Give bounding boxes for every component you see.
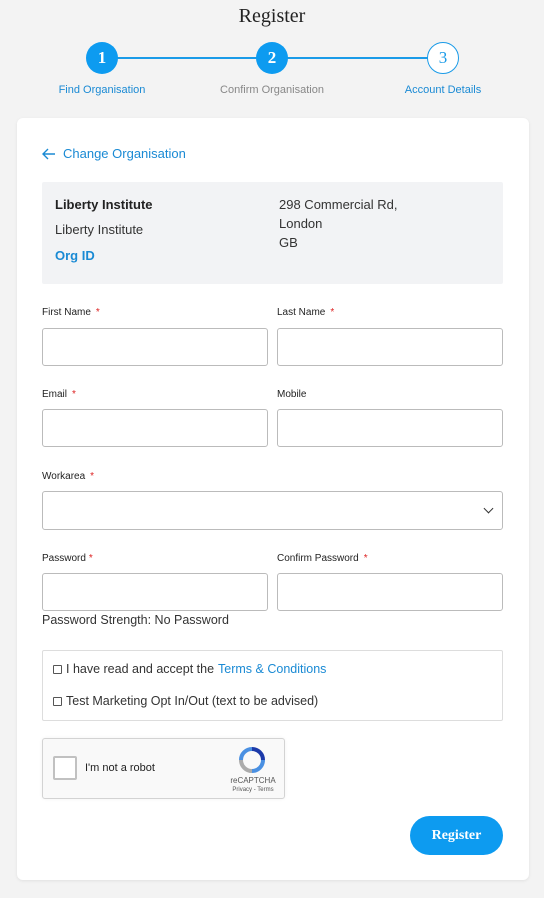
terms-consent-text: I have read and accept the	[66, 662, 215, 676]
required-mark: *	[95, 307, 100, 318]
org-address-line-2: London	[279, 216, 323, 231]
marketing-consent-row: Test Marketing Opt In/Out (text to be ad…	[53, 694, 318, 708]
terms-consent-row: I have read and accept the Terms & Condi…	[53, 662, 326, 676]
last-name-label: Last Name *	[277, 307, 334, 318]
org-name: Liberty Institute	[55, 197, 153, 212]
recaptcha-checkbox[interactable]	[53, 756, 77, 780]
step-2-label: Confirm Organisation	[220, 84, 324, 96]
step-3-label: Account Details	[404, 84, 482, 96]
confirm-password-label-text: Confirm Password	[277, 553, 359, 564]
recaptcha-brand: reCAPTCHA	[230, 776, 276, 785]
required-mark: *	[90, 471, 95, 482]
org-id-label: Org ID	[55, 248, 95, 263]
mobile-input[interactable]	[277, 409, 503, 447]
org-subname: Liberty Institute	[55, 222, 144, 237]
page-title: Register	[238, 5, 306, 27]
step-3-circle: 3	[427, 42, 459, 74]
first-name-label-text: First Name	[42, 307, 91, 318]
required-mark: *	[88, 553, 93, 564]
last-name-label-text: Last Name	[277, 307, 326, 318]
password-label: Password *	[42, 553, 93, 564]
required-mark: *	[330, 307, 335, 318]
terms-link[interactable]: Terms & Conditions	[218, 662, 326, 676]
change-organisation-label: Change Organisation	[63, 146, 186, 161]
consents-box	[42, 650, 503, 721]
confirm-password-label: Confirm Password *	[277, 553, 368, 564]
email-input[interactable]	[42, 409, 268, 447]
change-organisation-link[interactable]: Change Organisation	[42, 146, 186, 161]
recaptcha-logo-icon	[239, 747, 265, 773]
chevron-down-icon	[483, 503, 494, 514]
step-1-circle: 1	[86, 42, 118, 74]
password-label-text: Password	[42, 553, 86, 564]
step-1-label: Find Organisation	[58, 84, 146, 96]
required-mark: *	[72, 389, 76, 400]
mobile-label: Mobile	[277, 389, 307, 400]
password-input[interactable]	[42, 573, 268, 611]
confirm-password-input[interactable]	[277, 573, 503, 611]
recaptcha-links[interactable]: Privacy - Terms	[223, 787, 283, 793]
required-mark: *	[363, 553, 368, 564]
org-address-line-1: 298 Commercial Rd,	[279, 197, 398, 212]
recaptcha-label: I'm not a robot	[85, 762, 155, 774]
email-label-text: Email	[42, 389, 68, 400]
email-label: Email *	[42, 389, 76, 400]
step-2-circle: 2	[256, 42, 288, 74]
marketing-checkbox[interactable]	[53, 696, 62, 706]
terms-checkbox[interactable]	[53, 664, 62, 674]
first-name-label: First Name *	[42, 307, 100, 318]
password-strength: Password Strength: No Password	[42, 613, 229, 627]
workarea-label-text: Workarea	[42, 471, 86, 482]
workarea-label: Workarea *	[42, 471, 94, 482]
register-button[interactable]: Register	[410, 816, 503, 855]
arrow-left-icon	[42, 148, 55, 159]
workarea-select[interactable]	[42, 491, 503, 530]
first-name-input[interactable]	[42, 328, 268, 366]
last-name-input[interactable]	[277, 328, 503, 366]
marketing-consent-text: Test Marketing Opt In/Out (text to be ad…	[66, 694, 319, 708]
org-address-line-3: GB	[279, 235, 298, 250]
recaptcha-widget: I'm not a robot reCAPTCHA Privacy - Term…	[42, 738, 285, 799]
